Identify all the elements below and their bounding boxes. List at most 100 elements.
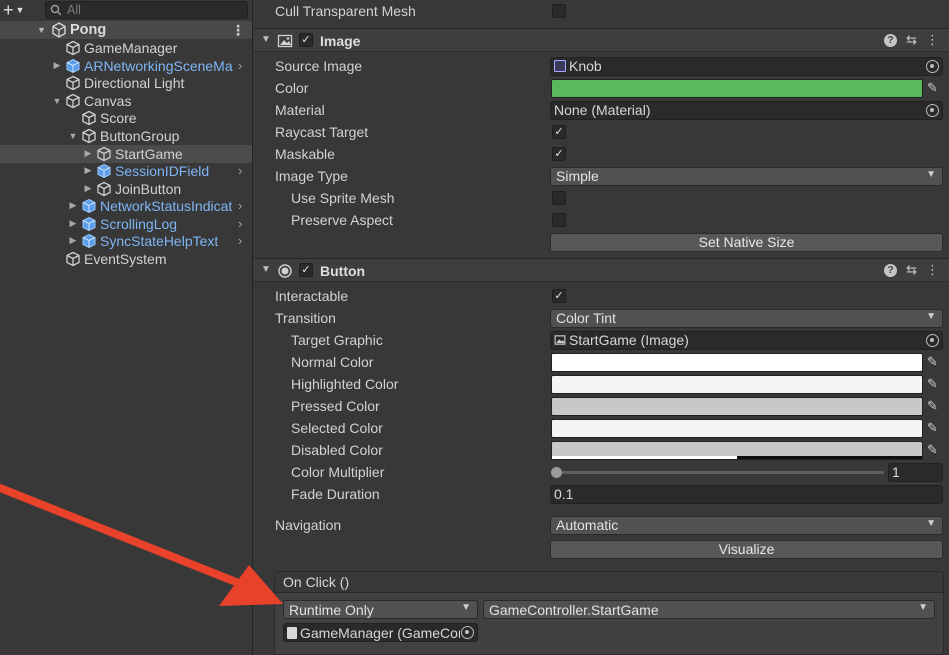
source-image-row: Source Image Knob <box>254 55 949 77</box>
image-type-dropdown[interactable]: Simple ▼ <box>550 166 943 186</box>
scene-row[interactable]: ▼ Pong ⋮ <box>0 21 252 39</box>
navigation-dropdown[interactable]: Automatic ▼ <box>550 515 943 535</box>
help-icon[interactable]: ? <box>884 264 898 277</box>
fold-arrow-icon[interactable]: ▶ <box>67 200 79 211</box>
runtime-mode-dropdown[interactable]: Runtime Only ▼ <box>283 600 478 619</box>
hierarchy-panel: + ▼ ▼ Pong ⋮ GameManager ▶ ARNetworkingS… <box>0 0 253 655</box>
use-sprite-mesh-checkbox[interactable] <box>552 191 566 205</box>
gameobject-icon <box>66 93 80 109</box>
selected-color-swatch[interactable] <box>551 418 923 438</box>
eyedropper-icon[interactable]: ✎ <box>927 376 943 392</box>
fold-arrow-icon[interactable]: ▶ <box>67 218 79 229</box>
hierarchy-item-arnetworking[interactable]: ▶ ARNetworkingSceneMa › <box>0 57 252 75</box>
hierarchy-item-label: SessionIDField <box>115 162 210 179</box>
target-graphic-field[interactable]: StartGame (Image) <box>550 330 943 350</box>
hierarchy-item-eventsystem[interactable]: EventSystem <box>0 250 252 268</box>
search-icon <box>50 4 62 16</box>
interactable-checkbox[interactable]: ✓ <box>552 289 566 303</box>
eyedropper-icon[interactable]: ✎ <box>927 80 943 96</box>
kebab-menu-icon[interactable]: ⋮ <box>231 22 245 39</box>
kebab-menu-icon[interactable]: ⋮ <box>926 32 939 48</box>
button-enabled-checkbox[interactable]: ✓ <box>299 263 313 277</box>
property-label: Transition <box>275 310 336 326</box>
source-image-field[interactable]: Knob <box>550 56 943 76</box>
property-label: Target Graphic <box>291 332 383 348</box>
hierarchy-item-networkstatus[interactable]: ▶ NetworkStatusIndicat › <box>0 197 252 215</box>
fold-arrow-icon[interactable]: ▶ <box>82 148 94 159</box>
presets-icon[interactable]: ⇆ <box>906 32 917 48</box>
hierarchy-item-buttongroup[interactable]: ▼ ButtonGroup <box>0 127 252 145</box>
search-input[interactable] <box>67 3 237 17</box>
chevron-right-icon[interactable]: › <box>238 198 242 213</box>
material-field[interactable]: None (Material) <box>550 100 943 120</box>
raycast-target-checkbox[interactable]: ✓ <box>552 125 566 139</box>
eyedropper-icon[interactable]: ✎ <box>927 420 943 436</box>
hierarchy-item-label: EventSystem <box>84 250 167 267</box>
property-label: Source Image <box>275 58 363 74</box>
hierarchy-item-startgame[interactable]: ▶ StartGame <box>0 145 252 163</box>
color-multiplier-slider-track[interactable] <box>554 471 884 474</box>
hierarchy-item-directional-light[interactable]: Directional Light <box>0 74 252 92</box>
function-value: GameController.StartGame <box>489 601 659 618</box>
chevron-right-icon[interactable]: › <box>238 58 242 73</box>
object-picker-icon[interactable] <box>926 59 939 73</box>
hierarchy-item-syncstate[interactable]: ▶ SyncStateHelpText › <box>0 232 252 250</box>
hierarchy-search[interactable] <box>45 1 248 19</box>
image-enabled-checkbox[interactable]: ✓ <box>299 33 313 47</box>
hierarchy-item-gamemanager[interactable]: GameManager <box>0 39 252 57</box>
object-picker-icon[interactable] <box>926 103 939 117</box>
help-icon[interactable]: ? <box>884 34 898 47</box>
fold-arrow-icon[interactable]: ▼ <box>261 264 271 275</box>
fold-arrow-icon[interactable]: ▼ <box>51 96 63 106</box>
fold-arrow-icon[interactable]: ▶ <box>67 235 79 246</box>
target-graphic-value: StartGame (Image) <box>569 332 689 348</box>
eyedropper-icon[interactable]: ✎ <box>927 354 943 370</box>
eyedropper-icon[interactable]: ✎ <box>927 442 943 458</box>
fade-duration-input[interactable]: 0.1 <box>550 484 943 504</box>
object-picker-icon[interactable] <box>461 626 474 639</box>
transition-row: Transition Color Tint ▼ <box>254 307 949 329</box>
color-multiplier-input[interactable]: 1 <box>888 462 943 482</box>
runtime-mode-value: Runtime Only <box>289 601 374 618</box>
hierarchy-item-joinbutton[interactable]: ▶ JoinButton <box>0 180 252 198</box>
object-picker-icon[interactable] <box>926 333 939 347</box>
cull-transparent-mesh-checkbox[interactable] <box>552 4 566 18</box>
use-sprite-mesh-row: Use Sprite Mesh <box>254 187 949 209</box>
hierarchy-item-score[interactable]: Score <box>0 109 252 127</box>
chevron-right-icon[interactable]: › <box>238 216 242 231</box>
pressed-color-swatch[interactable] <box>551 396 923 416</box>
hierarchy-item-sessionidfield[interactable]: ▶ SessionIDField › <box>0 162 252 180</box>
image-component-header[interactable]: ▼ ✓ Image ? ⇆ ⋮ <box>254 28 949 52</box>
chevron-right-icon[interactable]: › <box>238 233 242 248</box>
visualize-button[interactable]: Visualize <box>550 540 943 559</box>
presets-icon[interactable]: ⇆ <box>906 262 917 278</box>
eyedropper-icon[interactable]: ✎ <box>927 398 943 414</box>
disabled-color-swatch[interactable] <box>551 440 923 460</box>
transition-dropdown[interactable]: Color Tint ▼ <box>550 308 943 328</box>
kebab-menu-icon[interactable]: ⋮ <box>926 262 939 278</box>
color-multiplier-slider-knob[interactable] <box>551 467 562 478</box>
set-native-size-button[interactable]: Set Native Size <box>550 233 943 252</box>
chevron-right-icon[interactable]: › <box>238 163 242 178</box>
property-label: Color Multiplier <box>291 464 385 480</box>
maskable-checkbox[interactable]: ✓ <box>552 147 566 161</box>
hierarchy-item-canvas[interactable]: ▼ Canvas <box>0 92 252 110</box>
preserve-aspect-checkbox[interactable] <box>552 213 566 227</box>
fold-arrow-icon[interactable]: ▶ <box>51 60 63 71</box>
hierarchy-item-scrollinglog[interactable]: ▶ ScrollingLog › <box>0 215 252 233</box>
property-label: Cull Transparent Mesh <box>275 3 416 19</box>
fold-arrow-icon[interactable]: ▼ <box>261 34 271 45</box>
event-target-object-field[interactable]: GameManager (GameCor <box>283 623 478 642</box>
image-type-value: Simple <box>556 168 599 184</box>
fold-arrow-icon[interactable]: ▼ <box>37 25 46 35</box>
fold-arrow-icon[interactable]: ▶ <box>82 183 94 194</box>
maskable-row: Maskable ✓ <box>254 143 949 165</box>
button-component-header[interactable]: ▼ ✓ Button ? ⇆ ⋮ <box>254 258 949 282</box>
function-dropdown[interactable]: GameController.StartGame ▼ <box>483 600 935 619</box>
color-swatch[interactable] <box>551 78 923 98</box>
normal-color-swatch[interactable] <box>551 352 923 372</box>
add-object-button[interactable]: + ▼ <box>3 1 37 19</box>
fold-arrow-icon[interactable]: ▶ <box>82 165 94 176</box>
fold-arrow-icon[interactable]: ▼ <box>67 131 79 141</box>
highlighted-color-swatch[interactable] <box>551 374 923 394</box>
